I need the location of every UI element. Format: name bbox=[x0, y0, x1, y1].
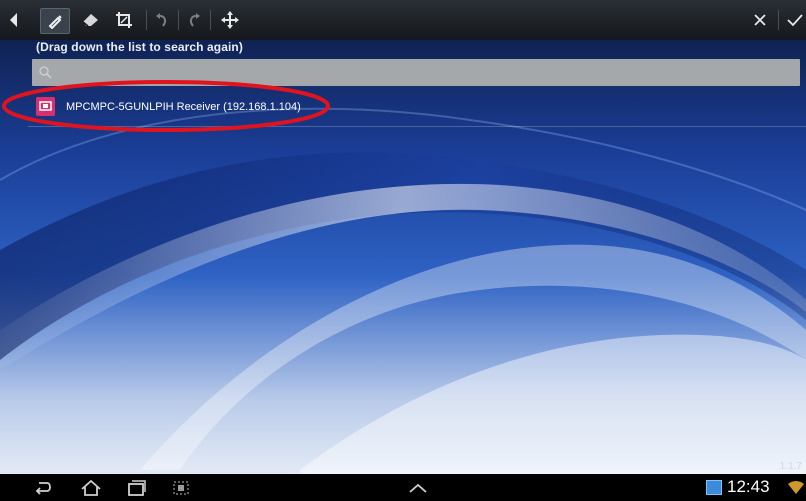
status-clock: 12:43 bbox=[727, 477, 770, 496]
system-navigation-bar bbox=[0, 474, 806, 501]
undo-icon[interactable] bbox=[152, 8, 172, 32]
pen-edit-toolbar bbox=[0, 0, 806, 40]
eraser-icon[interactable] bbox=[78, 8, 102, 32]
red-highlight-ellipse bbox=[2, 80, 330, 132]
home-icon[interactable] bbox=[80, 478, 102, 497]
pen-icon[interactable] bbox=[40, 8, 70, 34]
tablet-screen: (Drag down the list to search again) MPC… bbox=[0, 0, 806, 501]
wifi-status-icon bbox=[788, 481, 804, 494]
screen-mirroring-status-icon bbox=[706, 480, 722, 495]
close-icon[interactable] bbox=[748, 8, 772, 32]
move-icon[interactable] bbox=[218, 8, 242, 32]
back-icon[interactable] bbox=[34, 478, 54, 497]
screenshot-icon[interactable] bbox=[172, 478, 190, 497]
check-icon[interactable] bbox=[784, 8, 806, 32]
recent-apps-icon[interactable] bbox=[126, 478, 146, 497]
up-chevron-icon[interactable] bbox=[408, 478, 428, 497]
search-again-hint: (Drag down the list to search again) bbox=[36, 40, 243, 54]
app-version: 1.1.7 bbox=[779, 461, 802, 472]
search-icon bbox=[39, 66, 52, 79]
crop-icon[interactable] bbox=[112, 8, 136, 32]
back-arrow-icon[interactable] bbox=[6, 8, 20, 32]
redo-icon[interactable] bbox=[184, 8, 204, 32]
